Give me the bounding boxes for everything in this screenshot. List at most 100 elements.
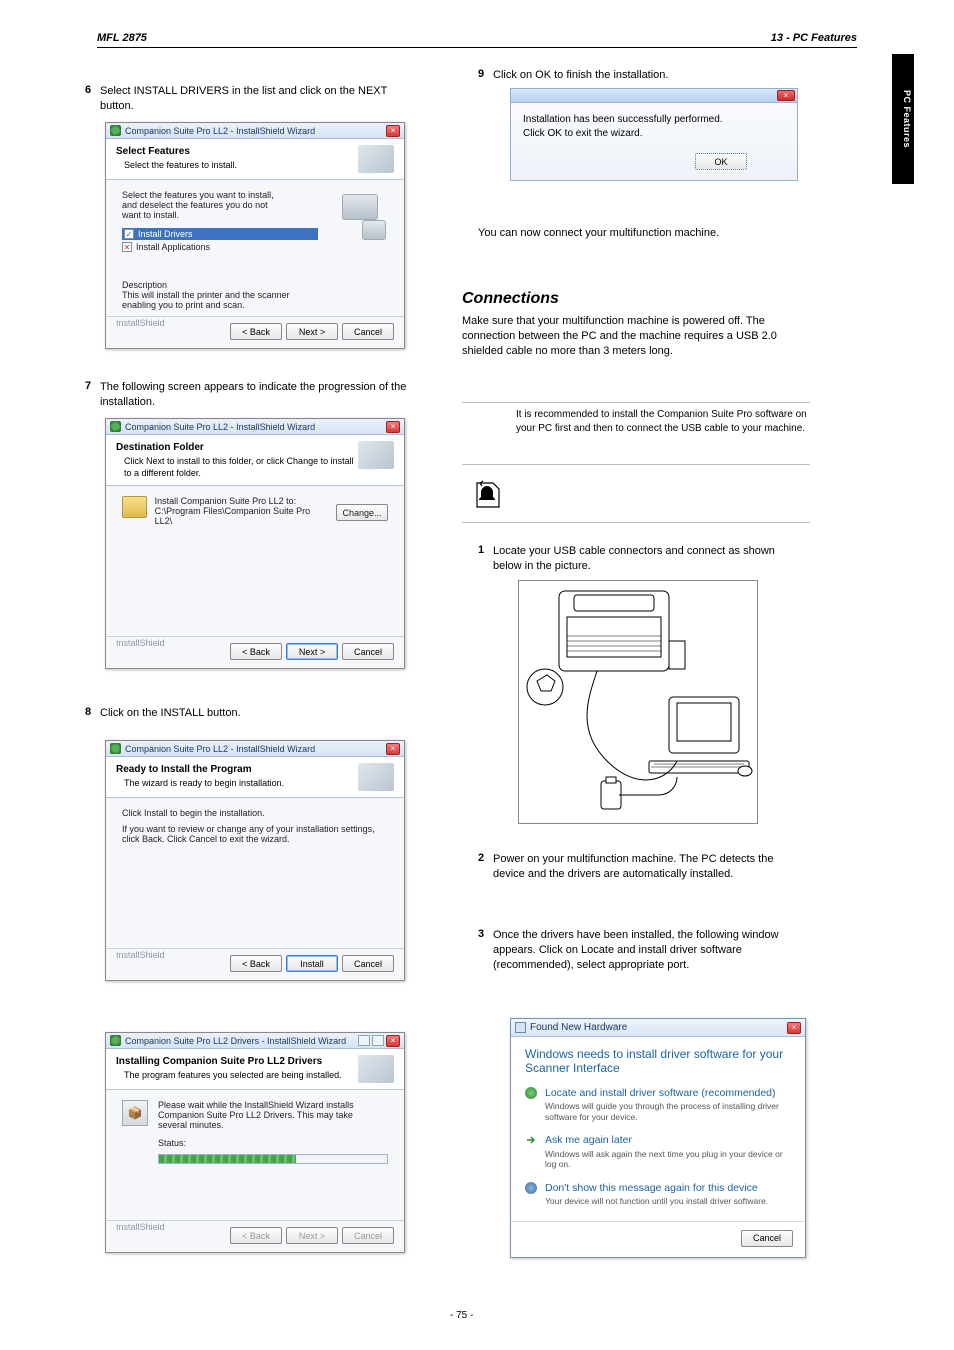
header-image bbox=[358, 763, 394, 791]
app-icon bbox=[110, 421, 121, 432]
header-image bbox=[358, 1055, 394, 1083]
feature-install-drivers[interactable]: ✓ Install Drivers bbox=[122, 228, 318, 240]
step6-text: Select INSTALL DRIVERS in the list and c… bbox=[100, 84, 410, 114]
change-button[interactable]: Change... bbox=[336, 504, 388, 521]
header-image bbox=[358, 441, 394, 469]
wizard3-title: Companion Suite Pro LL2 - InstallShield … bbox=[125, 744, 386, 754]
wiz1-header: Select Features bbox=[116, 145, 237, 158]
shield-icon bbox=[525, 1087, 537, 1099]
wiz1-desc-label: Description bbox=[122, 280, 318, 290]
close-icon[interactable]: × bbox=[386, 743, 400, 755]
progress-bar bbox=[158, 1154, 388, 1164]
cancel-button[interactable]: Cancel bbox=[342, 955, 394, 972]
wiz1-body: Select the features you want to install,… bbox=[122, 190, 282, 220]
chapter-side-bar: PC Features bbox=[892, 54, 914, 184]
step9-text: Click on OK to finish the installation. bbox=[493, 68, 803, 83]
fnh-option-locate[interactable]: Locate and install driver software (reco… bbox=[511, 1081, 805, 1128]
fnh-heading: Windows needs to install driver software… bbox=[511, 1037, 805, 1081]
hardware-icon bbox=[515, 1022, 526, 1033]
back-button[interactable]: < Back bbox=[230, 643, 282, 660]
product-label: MFL 2875 bbox=[97, 32, 147, 44]
usb-connection-diagram bbox=[518, 580, 758, 824]
brand-label: InstallShield bbox=[116, 950, 165, 960]
connections-text: Make sure that your multifunction machin… bbox=[462, 314, 802, 359]
fnh-option-dont-show[interactable]: Don't show this message again for this d… bbox=[511, 1176, 805, 1213]
cancel-button: Cancel bbox=[342, 1227, 394, 1244]
app-icon bbox=[110, 1035, 121, 1046]
fnh-option-later[interactable]: Ask me again later Windows will ask agai… bbox=[511, 1128, 805, 1175]
step3-text: Once the drivers have been installed, th… bbox=[493, 928, 803, 973]
close-icon[interactable]: × bbox=[386, 421, 400, 433]
close-icon[interactable]: × bbox=[777, 90, 795, 101]
next-button[interactable]: Next > bbox=[286, 643, 338, 660]
step6-number: 6 bbox=[85, 84, 91, 96]
maximize-icon[interactable] bbox=[372, 1035, 384, 1046]
app-icon bbox=[110, 743, 121, 754]
close-icon[interactable]: × bbox=[787, 1022, 801, 1034]
step1-text: Locate your USB cable connectors and con… bbox=[493, 544, 803, 574]
brand-label: InstallShield bbox=[116, 1222, 165, 1232]
close-icon[interactable]: × bbox=[386, 1035, 400, 1047]
wiz2-header: Destination Folder bbox=[116, 441, 354, 454]
wiz3-sub: The wizard is ready to begin installatio… bbox=[124, 778, 284, 790]
feature-install-applications[interactable]: ✕ Install Applications bbox=[122, 242, 318, 252]
next-button: Next > bbox=[286, 1227, 338, 1244]
wiz2-sub: Click Next to install to this folder, or… bbox=[124, 456, 354, 479]
wiz1-desc-text: This will install the printer and the sc… bbox=[122, 290, 318, 310]
step2-text: Power on your multifunction machine. The… bbox=[493, 852, 803, 882]
app-icon bbox=[110, 125, 121, 136]
wizard1-title: Companion Suite Pro LL2 - InstallShield … bbox=[125, 126, 386, 136]
wizard-destination-folder: Companion Suite Pro LL2 - InstallShield … bbox=[105, 418, 405, 669]
header-image bbox=[358, 145, 394, 173]
step1-number: 1 bbox=[478, 544, 484, 556]
folder-icon bbox=[122, 496, 147, 518]
wiz1-sub: Select the features to install. bbox=[124, 160, 237, 172]
next-button[interactable]: Next > bbox=[286, 323, 338, 340]
checkbox-checked-icon: ✓ bbox=[124, 229, 134, 239]
note-icon bbox=[470, 480, 504, 510]
wizard-installing: Companion Suite Pro LL2 Drivers - Instal… bbox=[105, 1032, 405, 1253]
wizard-ready-install: Companion Suite Pro LL2 - InstallShield … bbox=[105, 740, 405, 981]
checkbox-x-icon: ✕ bbox=[122, 242, 132, 252]
fnh-opt3-sub: Your device will not function until you … bbox=[545, 1196, 791, 1207]
printer-art-icon bbox=[336, 190, 388, 242]
back-button[interactable]: < Back bbox=[230, 955, 282, 972]
ok-button[interactable]: OK bbox=[695, 153, 747, 170]
fnh-opt2-sub: Windows will ask again the next time you… bbox=[545, 1149, 791, 1170]
wizard4-title: Companion Suite Pro LL2 Drivers - Instal… bbox=[125, 1036, 356, 1046]
minimize-icon[interactable] bbox=[358, 1035, 370, 1046]
wizard2-title: Companion Suite Pro LL2 - InstallShield … bbox=[125, 422, 386, 432]
found-new-hardware-dialog: Found New Hardware × Windows needs to in… bbox=[510, 1018, 806, 1258]
close-icon[interactable]: × bbox=[386, 125, 400, 137]
cancel-button[interactable]: Cancel bbox=[741, 1230, 793, 1247]
step8-number: 8 bbox=[85, 706, 91, 718]
install-button[interactable]: Install bbox=[286, 955, 338, 972]
back-button[interactable]: < Back bbox=[230, 323, 282, 340]
wiz4-body1: Please wait while the InstallShield Wiza… bbox=[158, 1100, 378, 1130]
back-button: < Back bbox=[230, 1227, 282, 1244]
completion-line2: Click OK to exit the wizard. bbox=[523, 127, 785, 141]
cancel-button[interactable]: Cancel bbox=[342, 643, 394, 660]
wiz4-header: Installing Companion Suite Pro LL2 Drive… bbox=[116, 1055, 342, 1068]
cancel-button[interactable]: Cancel bbox=[342, 323, 394, 340]
install-path: C:\Program Files\Companion Suite Pro LL2… bbox=[155, 506, 320, 526]
wiz3-header: Ready to Install the Program bbox=[116, 763, 284, 776]
install-to-label: Install Companion Suite Pro LL2 to: bbox=[155, 496, 320, 506]
completion-line1: Installation has been successfully perfo… bbox=[523, 113, 785, 127]
connect-info: You can now connect your multifunction m… bbox=[478, 226, 798, 241]
brand-label: InstallShield bbox=[116, 638, 165, 648]
step8-text: Click on the INSTALL button. bbox=[100, 706, 410, 721]
page-number: - 75 - bbox=[450, 1310, 473, 1321]
fnh-opt3-title: Don't show this message again for this d… bbox=[545, 1182, 791, 1195]
fnh-titlebar: Found New Hardware bbox=[530, 1022, 787, 1033]
step2-number: 2 bbox=[478, 852, 484, 864]
feature2-label: Install Applications bbox=[136, 242, 210, 252]
fnh-opt1-sub: Windows will guide you through the proce… bbox=[545, 1101, 791, 1122]
completion-dialog: × Installation has been successfully per… bbox=[510, 88, 798, 181]
step9-number: 9 bbox=[478, 68, 484, 80]
fnh-opt1-title: Locate and install driver software (reco… bbox=[545, 1087, 791, 1100]
chapter-label: 13 - PC Features bbox=[771, 32, 857, 44]
package-icon: 📦 bbox=[122, 1100, 148, 1126]
step3-number: 3 bbox=[478, 928, 484, 940]
note-text-1: It is recommended to install the Compani… bbox=[516, 408, 810, 435]
